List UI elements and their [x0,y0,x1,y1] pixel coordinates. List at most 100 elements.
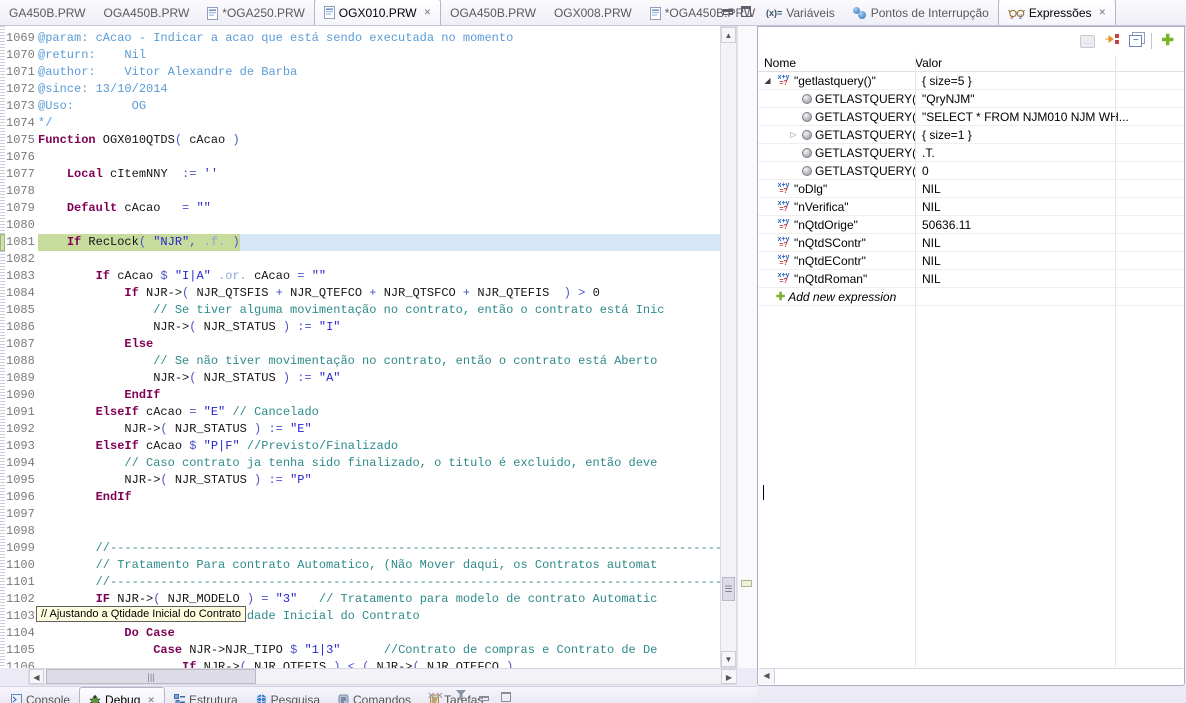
scroll-left-icon[interactable]: ◀ [759,669,775,684]
maximize-icon[interactable] [501,692,511,702]
editor-tab-oga250prw[interactable]: *OGA250.PRW [198,1,313,25]
code-line[interactable]: 1078 [5,183,720,200]
column-divider[interactable] [915,55,916,667]
editor-tab-ga450bprw[interactable]: GA450B.PRW [0,1,94,25]
filter-icon[interactable] [456,690,467,703]
code-line[interactable]: 1095 NJR->( NJR_STATUS ) := "P" [5,472,720,489]
code-line[interactable]: 1105 Case NJR->NJR_TIPO $ "1|3" //Contra… [5,642,720,659]
bottom-tab-debug[interactable]: Debug✕ [79,687,165,703]
bottom-tab-pesquisa[interactable]: Pesquisa [247,687,329,703]
collapse-all-icon[interactable]: − [1129,35,1142,47]
code-line[interactable]: 1069@param: cAcao - Indicar a acao que e… [5,30,720,47]
scroll-up-icon[interactable]: ▲ [721,27,736,43]
view-tab-expresses[interactable]: x2Expressões✕ [998,0,1116,25]
expression-row[interactable]: x+y=?"nQtdOrige"50636.11 [758,216,1184,234]
view-tab-variveis[interactable]: (x)=Variáveis [757,1,844,25]
code-line[interactable]: 1100 // Tratamento Para contrato Automat… [5,557,720,574]
code-line[interactable]: 1087 Else [5,336,720,353]
code-line[interactable]: 1074*/ [5,115,720,132]
overview-marker[interactable] [741,580,752,587]
minimize-icon[interactable] [723,9,733,15]
code-line[interactable]: 1088 // Se não tiver movimentação no con… [5,353,720,370]
add-watch-icon[interactable] [1104,32,1120,51]
minimize-icon[interactable] [479,696,489,701]
code-line[interactable]: 1086 NJR->( NJR_STATUS ) := "I" [5,319,720,336]
editor-tab-ogx008prw[interactable]: OGX008.PRW [545,1,641,25]
code-line[interactable]: 1090 EndIf [5,387,720,404]
code-token: RecLock [81,235,139,249]
editor-horizontal-scrollbar[interactable]: ◀ ||| ▶ [28,668,737,685]
code-text: ElseIf cAcao $ "P|F" //Previsto/Finaliza… [38,438,720,455]
expression-row[interactable]: GETLASTQUERY("QryNJM" [758,90,1184,108]
bottom-tab-comandos[interactable]: Comandos [329,687,420,703]
expression-row[interactable]: GETLASTQUERY(.T. [758,144,1184,162]
scroll-left-icon[interactable]: ◀ [29,669,44,684]
expression-row[interactable]: ✚Add new expression [758,288,1184,306]
scroll-down-icon[interactable]: ▼ [721,651,736,667]
view-tab-pontosdeinterrupo[interactable]: Pontos de Interrupção [844,1,998,25]
code-line[interactable]: 1096 EndIf [5,489,720,506]
expression-row[interactable]: x+y=?"oDlg"NIL [758,180,1184,198]
code-line[interactable]: 1076 [5,149,720,166]
column-header-valor[interactable]: Valor [915,56,942,70]
code-line[interactable]: 1084 If NJR->( NJR_QTSFIS + NJR_QTEFCO +… [5,285,720,302]
code-line[interactable]: 1106 If NJR->( NJR_QTEFIS ) < ( NJR->( N… [5,659,720,668]
code-line[interactable]: 1098 [5,523,720,540]
code-line[interactable]: 1079 Default cAcao = "" [5,200,720,217]
close-icon[interactable]: ✕ [424,7,432,18]
code-line[interactable]: 1075Function OGX010QTDS( cAcao ) [5,132,720,149]
collapsed-expander-icon[interactable]: ▷ [788,130,799,139]
code-token: NJR-> [38,422,160,436]
code-line[interactable]: 1093 ElseIf cAcao $ "P|F" //Previsto/Fin… [5,438,720,455]
column-divider[interactable] [1115,55,1116,667]
code-line[interactable]: 1077 Local cItemNNY := '' [5,166,720,183]
code-lines[interactable]: 1069@param: cAcao - Indicar a acao que e… [5,26,720,668]
code-line[interactable]: 1101 //---------------------------------… [5,574,720,591]
code-line[interactable]: 1104 Do Case [5,625,720,642]
line-number: 1103 [5,608,38,625]
expression-row[interactable]: x+y=?"nQtdSContr"NIL [758,234,1184,252]
column-header-nome[interactable]: Nome [758,56,915,70]
code-line[interactable]: 1097 [5,506,720,523]
expression-row[interactable]: ▷GETLASTQUERY({ size=1 } [758,126,1184,144]
bottom-tab-console[interactable]: Console [2,687,79,703]
panel-horizontal-scrollbar[interactable]: ◀ [759,668,1183,684]
horizontal-scroll-thumb[interactable]: ||| [46,669,256,684]
close-icon[interactable]: ✕ [147,695,155,703]
editor-vertical-scrollbar[interactable]: ▲ ☰ ▼ [720,26,737,668]
code-line[interactable]: 1085 // Se tiver alguma movimentação no … [5,302,720,319]
code-line[interactable]: 1080 [5,217,720,234]
code-line[interactable]: 1082 [5,251,720,268]
code-line[interactable]: 1071@author: Vitor Alexandre de Barba [5,64,720,81]
scroll-right-icon[interactable]: ▶ [721,669,736,684]
expression-row[interactable]: x+y=?"nVerifica"NIL [758,198,1184,216]
maximize-icon[interactable] [741,6,751,17]
code-line[interactable]: 1070@return: Nil [5,47,720,64]
code-line[interactable]: 1089 NJR->( NJR_STATUS ) := "A" [5,370,720,387]
vertical-scroll-thumb[interactable]: ☰ [722,577,735,601]
editor-tab-ogx010prw[interactable]: OGX010.PRW✕ [314,0,441,25]
code-line[interactable]: 1099 //---------------------------------… [5,540,720,557]
code-line[interactable]: 1094 // Caso contrato ja tenha sido fina… [5,455,720,472]
code-line[interactable]: 1072@since: 13/10/2014 [5,81,720,98]
close-icon[interactable]: ✕ [1099,7,1107,18]
expression-row[interactable]: x+y=?"nQtdRoman"NIL [758,270,1184,288]
code-token: NJR_STATUS [175,473,254,487]
show-type-names-icon[interactable]: … [1080,35,1095,48]
editor-tab-oga450bprw[interactable]: OGA450B.PRW [94,1,198,25]
code-line[interactable]: 1083 If cAcao $ "I|A" .or. cAcao = "" [5,268,720,285]
expression-row[interactable]: GETLASTQUERY(0 [758,162,1184,180]
code-line[interactable]: 1081 If RecLock( "NJR", .f. ) [5,234,720,251]
add-expression-icon[interactable]: ✚ [1161,34,1174,48]
expression-row[interactable]: ◢x+y=?"getlastquery()"{ size=5 } [758,72,1184,90]
editor-tab-oga450bprw[interactable]: OGA450B.PRW [441,1,545,25]
code-line[interactable]: 1091 ElseIf cAcao = "E" // Cancelado [5,404,720,421]
expanded-expander-icon[interactable]: ◢ [762,76,773,85]
expression-row[interactable]: GETLASTQUERY("SELECT * FROM NJM010 NJM W… [758,108,1184,126]
code-line[interactable]: 1092 NJR->( NJR_STATUS ) := "E" [5,421,720,438]
code-token: ( [189,320,203,334]
bottom-tab-estrutura[interactable]: Estrutura [165,687,247,703]
code-line[interactable]: 1073@Uso: OG [5,98,720,115]
expression-row[interactable]: x+y=?"nQtdEContr"NIL [758,252,1184,270]
remove-all-icon[interactable]: ✕✕ [427,691,444,702]
